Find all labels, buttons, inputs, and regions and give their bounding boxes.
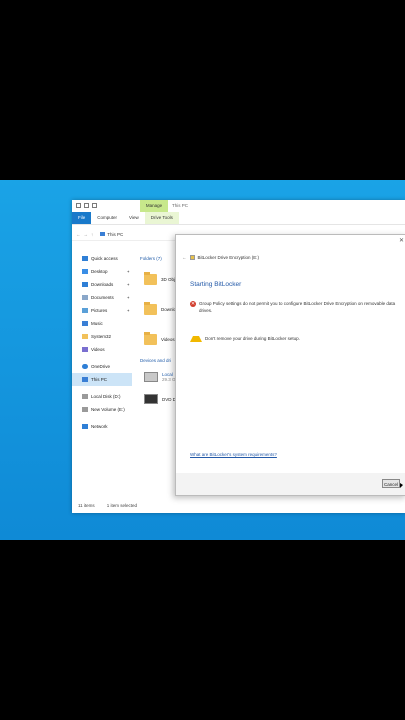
network-icon (82, 424, 88, 429)
back-arrow-icon[interactable]: ← (182, 255, 187, 260)
cloud-icon (82, 364, 88, 369)
pictures-icon (82, 308, 88, 313)
warning-icon (190, 336, 202, 342)
bitlocker-icon (189, 255, 195, 260)
desktop-background: Manage This PC File Computer View Drive … (0, 180, 405, 540)
sidebar-item-downloads[interactable]: Downloads ✦ (72, 278, 132, 291)
sidebar-item-label: OneDrive (91, 364, 111, 369)
sidebar-item-label: Music (91, 321, 103, 326)
sidebar-item-label: Network (91, 424, 108, 429)
error-icon: ✕ (190, 301, 196, 307)
sidebar-item-this-pc[interactable]: This PC (72, 373, 132, 386)
tab-view[interactable]: View (123, 212, 145, 224)
quick-access-toolbar (76, 203, 97, 208)
folder-label: Downlo (161, 306, 177, 312)
pin-icon: ✦ (126, 269, 130, 274)
sidebar-item-label: New Volume (E:) (91, 407, 125, 412)
star-icon (82, 256, 88, 261)
window-title: This PC (172, 203, 189, 208)
sidebar-item-documents[interactable]: Documents ✦ (72, 291, 132, 304)
videos-icon (82, 347, 88, 352)
drive-icon (82, 407, 88, 412)
sidebar-item-new-volume-e[interactable]: New Volume (E:) (72, 403, 132, 416)
tab-file[interactable]: File (72, 212, 92, 224)
drive-icon (144, 372, 158, 382)
documents-icon (82, 295, 88, 300)
new-folder-icon[interactable] (92, 203, 97, 208)
this-pc-icon (100, 232, 106, 236)
folder-label: Videos (161, 336, 175, 342)
sidebar-item-label: Videos (91, 347, 105, 352)
tab-computer[interactable]: Computer (91, 212, 123, 224)
pin-icon: ✦ (126, 308, 130, 313)
folder-icon (144, 331, 157, 345)
close-icon[interactable]: ✕ (399, 237, 404, 244)
sidebar-item-label: Quick access (91, 256, 118, 261)
sidebar-item-onedrive[interactable]: OneDrive (72, 360, 132, 373)
item-count: 11 items (78, 503, 95, 508)
warning-message: Don't remove your drive during BitLocker… (190, 336, 402, 342)
dialog-title: Starting BitLocker (190, 281, 242, 288)
mouse-cursor-icon (400, 483, 403, 488)
warning-text: Don't remove your drive during BitLocker… (205, 336, 300, 341)
music-icon (82, 321, 88, 326)
sidebar-item-system32[interactable]: System32 (72, 330, 132, 343)
ribbon-tabs: File Computer View Drive Tools (72, 212, 405, 225)
sidebar-item-label: Downloads (91, 282, 114, 287)
sidebar-item-label: Desktop (91, 269, 108, 274)
address-text[interactable]: This PC (107, 232, 123, 237)
navigation-pane: Quick access Desktop ✦ Downloads ✦ Docum… (72, 252, 132, 433)
sidebar-item-label: Pictures (91, 308, 108, 313)
folder-icon (144, 301, 157, 315)
sidebar-item-music[interactable]: Music (72, 317, 132, 330)
sidebar-item-label: System32 (91, 334, 112, 339)
folder-icon (144, 271, 157, 285)
navigation-arrows-icon[interactable]: ←→↑ (76, 232, 96, 237)
sidebar-item-pictures[interactable]: Pictures ✦ (72, 304, 132, 317)
sidebar-item-network[interactable]: Network (72, 420, 132, 433)
sidebar-item-label: Documents (91, 295, 114, 300)
dvd-icon (144, 394, 158, 404)
tab-manage[interactable]: Manage (140, 200, 168, 212)
download-icon (82, 282, 88, 287)
sidebar-item-label: This PC (91, 377, 108, 382)
folder-icon[interactable] (76, 203, 81, 208)
sidebar-item-videos[interactable]: Videos (72, 343, 132, 356)
bitlocker-dialog: ✕ ← BitLocker Drive Encryption (E:) Star… (175, 234, 405, 496)
dialog-footer: Cancel (176, 473, 405, 495)
pin-icon: ✦ (126, 282, 130, 287)
dialog-header-title: BitLocker Drive Encryption (E:) (197, 255, 260, 260)
sidebar-item-local-disk-d[interactable]: Local Disk (D:) (72, 390, 132, 403)
computer-icon (82, 377, 88, 382)
selection-count: 1 item selected (106, 503, 137, 508)
pin-icon: ✦ (126, 295, 130, 300)
cancel-button[interactable]: Cancel (382, 479, 400, 488)
properties-icon[interactable] (84, 203, 89, 208)
sidebar-item-desktop[interactable]: Desktop ✦ (72, 265, 132, 278)
tab-drive-tools[interactable]: Drive Tools (144, 212, 179, 224)
drive-icon (82, 394, 88, 399)
error-text: Group Policy settings do not permit you … (199, 301, 396, 313)
title-bar: Manage This PC (72, 200, 405, 212)
dialog-header: ← BitLocker Drive Encryption (E:) (182, 255, 259, 260)
sidebar-item-quick-access[interactable]: Quick access (72, 252, 132, 265)
sidebar-item-label: Local Disk (D:) (91, 394, 121, 399)
system-requirements-link[interactable]: What are BitLocker's system requirements… (190, 452, 277, 457)
status-bar: 11 items 1 item selected (72, 498, 405, 513)
error-message: ✕ Group Policy settings do not permit yo… (190, 301, 402, 314)
desktop-icon (82, 269, 88, 274)
folder-icon (82, 334, 88, 339)
